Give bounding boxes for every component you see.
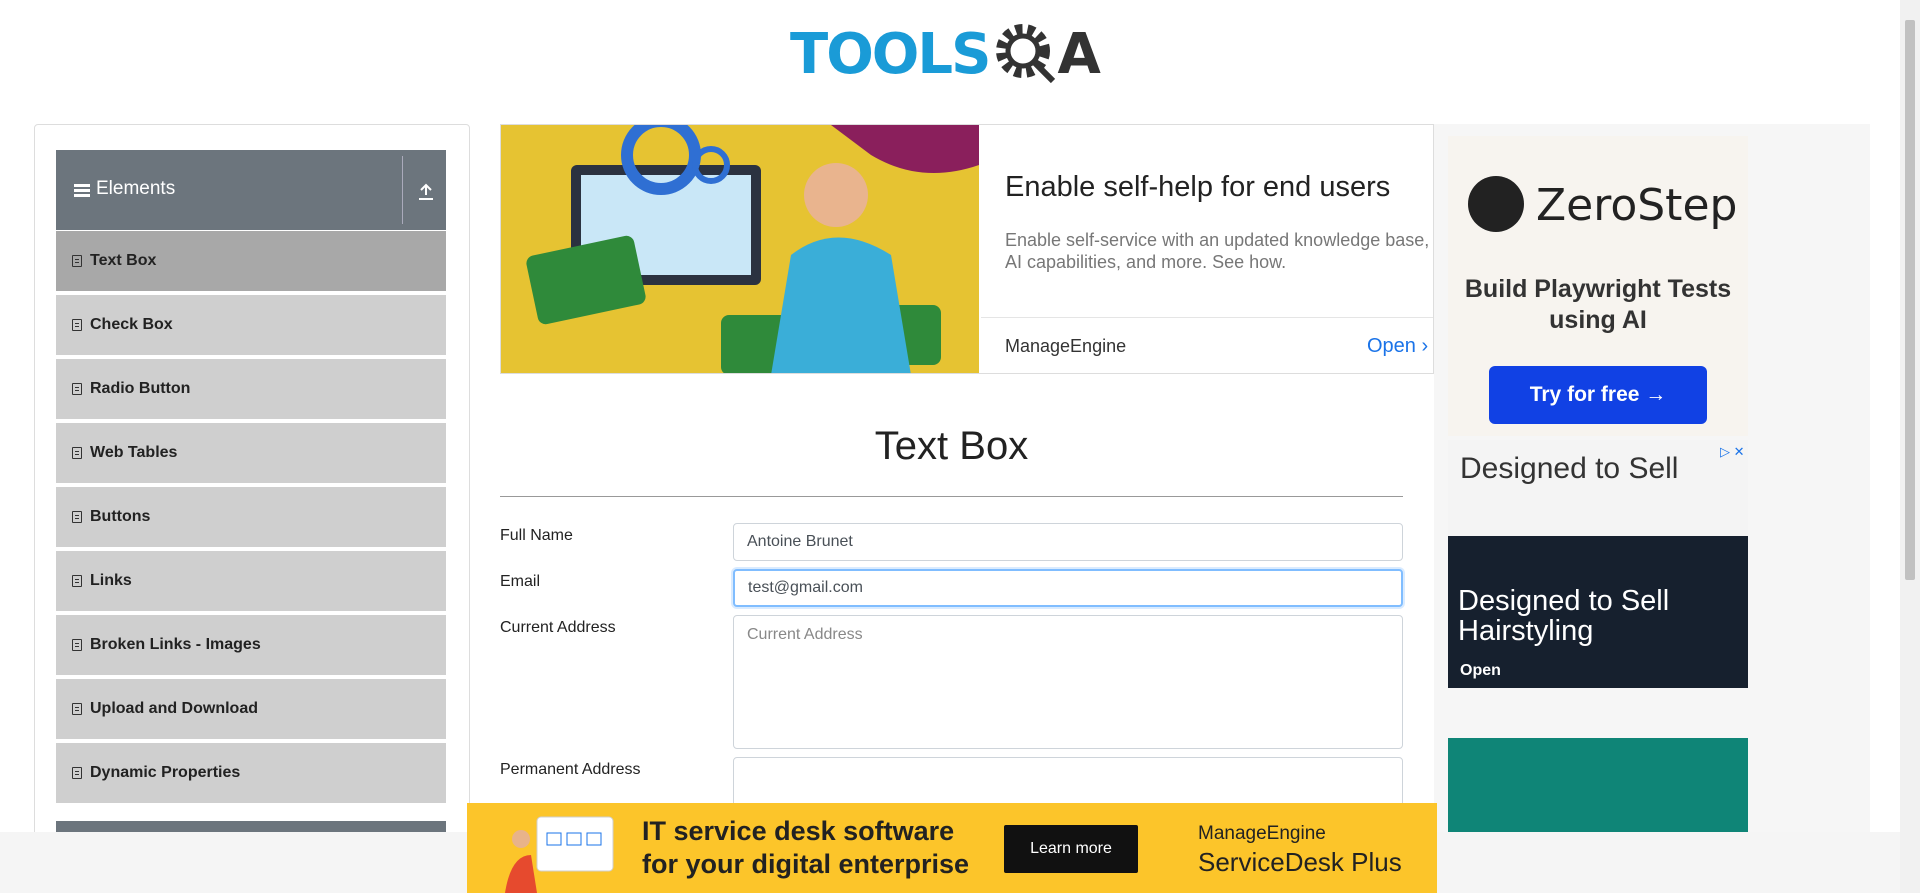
- page-scrollbar[interactable]: [1900, 0, 1920, 893]
- email-label: Email: [500, 573, 541, 590]
- sidebar-item-label: Check Box: [90, 316, 173, 333]
- document-icon: [72, 703, 82, 715]
- hamburger-icon: [74, 184, 90, 198]
- chevron-right-icon: ›: [1421, 335, 1429, 357]
- sidebar-item-label: Web Tables: [90, 444, 178, 461]
- permanent-address-label: Permanent Address: [500, 761, 641, 778]
- document-icon: [72, 511, 82, 523]
- sidebar-item-buttons[interactable]: Buttons: [56, 487, 446, 549]
- try-for-free-button[interactable]: Try for free →: [1489, 366, 1707, 424]
- sidebar-item-dynamic-properties[interactable]: Dynamic Properties: [56, 743, 446, 805]
- sidebar-item-links[interactable]: Links: [56, 551, 446, 613]
- scrollbar-thumb[interactable]: [1905, 20, 1915, 580]
- divider: [402, 156, 403, 224]
- document-icon: [72, 575, 82, 587]
- sidebar-item-label: Broken Links - Images: [90, 636, 261, 653]
- ad-headline: Enable self-help for end users: [1005, 171, 1391, 203]
- zerostep-tagline: Build Playwright Tests using AI: [1464, 275, 1732, 334]
- document-icon: [72, 319, 82, 331]
- sidebar-item-label: Buttons: [90, 508, 151, 525]
- top-advertisement[interactable]: Enable self-help for end users Enable se…: [500, 124, 1434, 374]
- sidebar-item-check-box[interactable]: Check Box: [56, 295, 446, 357]
- document-icon: [72, 255, 82, 267]
- sidebar-item-label: Radio Button: [90, 380, 191, 397]
- sidebar-item-radio-button[interactable]: Radio Button: [56, 359, 446, 421]
- page-title: Text Box: [874, 424, 1029, 468]
- logo-text-a: A: [1057, 21, 1101, 87]
- ad-subtext: Enable self-service with an updated know…: [1005, 230, 1430, 272]
- bottom-ad-product: ServiceDesk Plus: [1198, 847, 1402, 877]
- right-ad-column: ZeroStep Build Playwright Tests using AI…: [1434, 124, 1870, 832]
- current-address-textarea[interactable]: [733, 615, 1403, 749]
- learn-more-button[interactable]: Learn more: [1004, 825, 1138, 873]
- sidebar-item-label: Links: [90, 572, 132, 589]
- gear-magnifier-icon: [996, 24, 1056, 84]
- sidebar: Elements Text Box Check Box Radio Button…: [34, 124, 470, 884]
- squarespace-ad-header: Designed to Sell ▷ ✕: [1448, 440, 1748, 536]
- zerostep-logo-icon: [1468, 176, 1524, 232]
- sidebar-item-broken-links[interactable]: Broken Links - Images: [56, 615, 446, 677]
- site-header: TOOLS A: [0, 0, 1900, 110]
- helpdesk-illustration: [505, 816, 614, 893]
- zerostep-name: ZeroStep: [1536, 180, 1738, 231]
- logo-text-tools: TOOLS: [790, 21, 991, 87]
- document-icon: [72, 639, 82, 651]
- slack-ad[interactable]: [1448, 738, 1748, 832]
- toolsqa-logo[interactable]: TOOLS A: [790, 14, 1101, 94]
- squarespace-open-link[interactable]: Open: [1460, 662, 1501, 680]
- email-input[interactable]: [733, 569, 1403, 607]
- current-address-label: Current Address: [500, 619, 616, 636]
- bottom-ad-brand: ManageEngine: [1198, 823, 1326, 844]
- ad-brand: ManageEngine: [1005, 336, 1127, 356]
- full-name-label: Full Name: [500, 527, 573, 544]
- sidebar-item-upload-download[interactable]: Upload and Download: [56, 679, 446, 741]
- page: TOOLS A Elements Text Box Check Box Radi…: [0, 0, 1920, 893]
- ad-illustration: [501, 125, 979, 373]
- zerostep-ad[interactable]: ZeroStep Build Playwright Tests using AI…: [1448, 136, 1748, 436]
- document-icon: [72, 383, 82, 395]
- squarespace-title: Designed to Sell: [1460, 452, 1679, 485]
- squarespace-ad[interactable]: Designed to Sell ▷ ✕ Designed to Sell Ha…: [1448, 440, 1748, 688]
- ad-artwork: [526, 125, 979, 373]
- title-divider: [500, 496, 1403, 497]
- squarespace-image: Designed to Sell Hairstyling Open: [1448, 536, 1748, 688]
- ad-open-label: Open: [1367, 335, 1416, 357]
- sidebar-item-web-tables[interactable]: Web Tables: [56, 423, 446, 485]
- bottom-ad-headline: IT service desk software for your digita…: [642, 816, 970, 879]
- document-icon: [72, 447, 82, 459]
- squarespace-headline: Designed to Sell Hairstyling: [1458, 585, 1670, 647]
- sidebar-item-label: Upload and Download: [90, 700, 258, 717]
- adchoices-icon[interactable]: ▷ ✕: [1720, 444, 1745, 460]
- bottom-advertisement[interactable]: IT service desk software for your digita…: [467, 803, 1437, 893]
- sidebar-item-text-box[interactable]: Text Box: [56, 231, 446, 293]
- sidebar-item-label: Text Box: [90, 252, 157, 269]
- collapse-arrow-icon[interactable]: [418, 182, 434, 200]
- document-icon: [72, 767, 82, 779]
- sidebar-group-elements[interactable]: Elements: [56, 150, 446, 230]
- ad-divider: [981, 317, 1433, 318]
- sidebar-item-label: Dynamic Properties: [90, 764, 241, 781]
- ad-open-link[interactable]: Open ›: [1367, 335, 1428, 358]
- sidebar-group-title: Elements: [96, 178, 176, 199]
- full-name-input[interactable]: [733, 523, 1403, 561]
